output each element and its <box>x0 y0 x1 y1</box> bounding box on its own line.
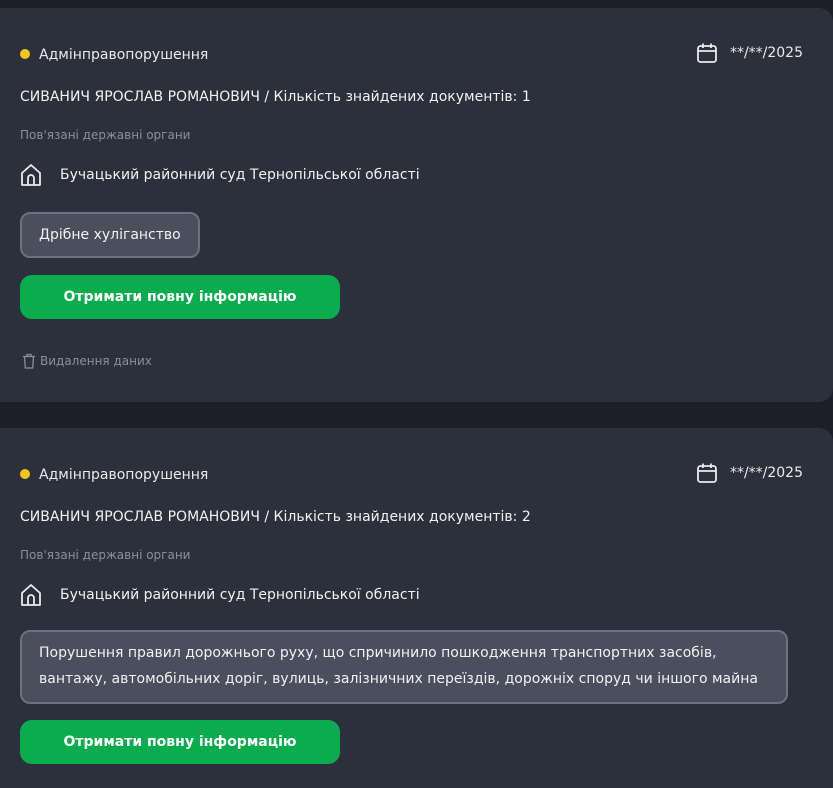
get-full-info-button[interactable]: Отримати повну інформацію <box>20 275 340 319</box>
related-authorities-label: Пов'язані державні органи <box>20 548 191 562</box>
card-title: СИВАНИЧ ЯРОСЛАВ РОМАНОВИЧ / Кількість зн… <box>20 509 531 525</box>
calendar-icon <box>696 42 718 64</box>
status-dot <box>20 469 30 479</box>
calendar-icon <box>696 462 718 484</box>
card-title: СИВАНИЧ ЯРОСЛАВ РОМАНОВИЧ / Кількість зн… <box>20 89 531 105</box>
court-row: Бучацький районний суд Тернопільської об… <box>20 583 420 607</box>
offense-tag: Порушення правил дорожнього руху, що спр… <box>20 630 788 704</box>
delete-data-label: Видалення даних <box>40 354 152 368</box>
court-name: Бучацький районний суд Тернопільської об… <box>60 587 420 603</box>
building-icon <box>20 163 42 187</box>
trash-icon <box>22 353 36 369</box>
card-header: Адмінправопорушення **/**/2025 <box>20 43 803 66</box>
date-text: **/**/2025 <box>729 465 803 481</box>
delete-data-link[interactable]: Видалення даних <box>22 353 152 369</box>
card-header: Адмінправопорушення **/**/2025 <box>20 463 803 486</box>
case-date: **/**/2025 <box>696 460 803 486</box>
case-date: **/**/2025 <box>696 40 803 66</box>
related-authorities-label: Пов'язані державні органи <box>20 128 191 142</box>
court-name: Бучацький районний суд Тернопільської об… <box>60 167 420 183</box>
date-text: **/**/2025 <box>729 45 803 61</box>
building-icon <box>20 583 42 607</box>
get-full-info-button[interactable]: Отримати повну інформацію <box>20 720 340 764</box>
offense-tag: Дрібне хуліганство <box>20 212 200 258</box>
status-dot <box>20 49 30 59</box>
case-card: Адмінправопорушення **/**/2025 СИВАНИЧ Я… <box>0 8 833 402</box>
case-category: Адмінправопорушення <box>39 47 209 63</box>
court-row: Бучацький районний суд Тернопільської об… <box>20 163 420 187</box>
case-category: Адмінправопорушення <box>39 467 209 483</box>
case-card: Адмінправопорушення **/**/2025 СИВАНИЧ Я… <box>0 428 833 788</box>
